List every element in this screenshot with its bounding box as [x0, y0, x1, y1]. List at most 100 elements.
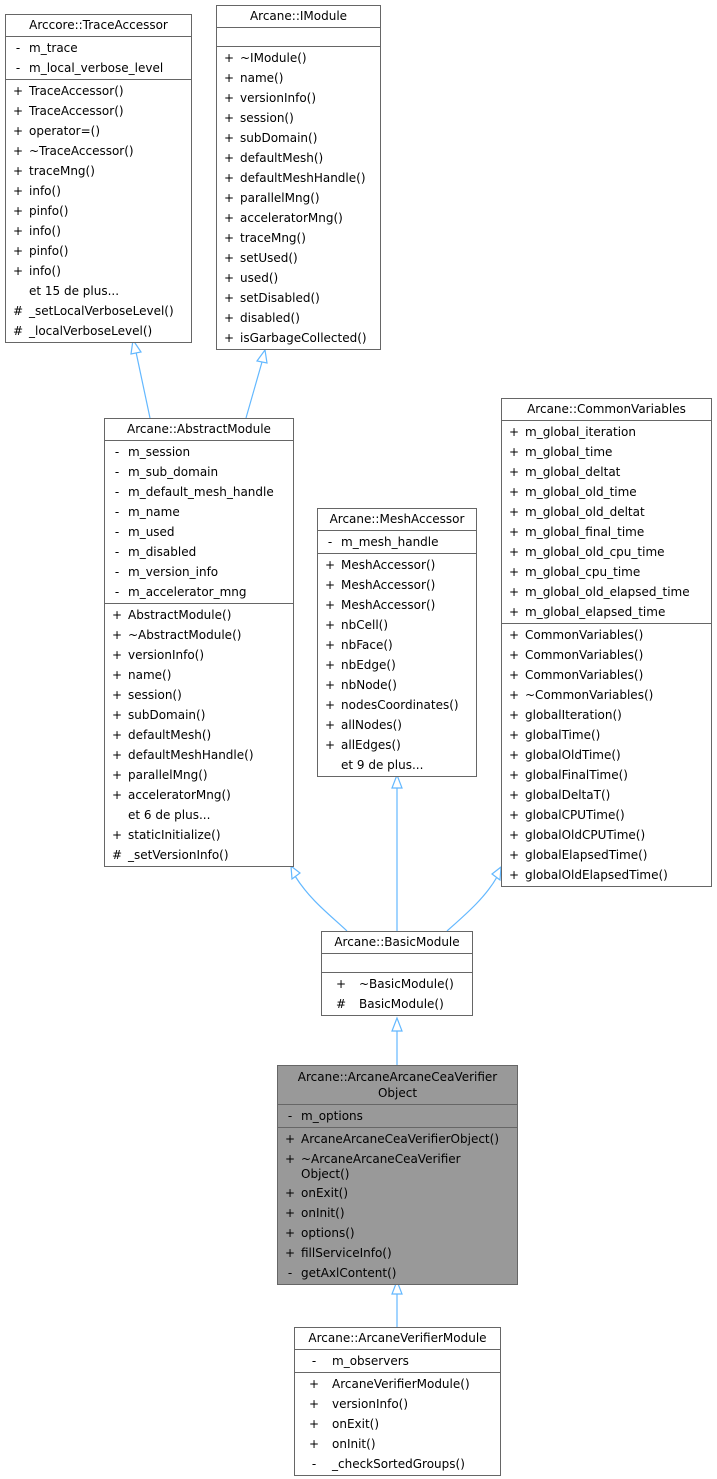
method-row: + ArcaneArcaneCeaVerifierObject(): [284, 1132, 499, 1146]
method-row: + globalCPUTime(): [508, 808, 625, 822]
attribute-row: - m_observers: [311, 1354, 409, 1368]
method-row: + info(): [12, 184, 61, 198]
method-row: + isGarbageCollected(): [223, 331, 367, 345]
method-row: + defaultMeshHandle(): [223, 171, 366, 185]
method-row: + operator=(): [12, 124, 101, 138]
method-row: + ArcaneVerifierModule(): [308, 1377, 470, 1391]
method-row: + traceMng(): [223, 231, 306, 245]
method-row: # BasicModule(): [335, 997, 444, 1011]
method-row: + parallelMng(): [223, 191, 320, 205]
method-row: + CommonVariables(): [508, 668, 644, 682]
more-link[interactable]: et 9 de plus...: [318, 755, 476, 775]
method-row: + subDomain(): [111, 708, 206, 722]
method-row: + MeshAccessor(): [324, 578, 436, 592]
method-row: + globalOldTime(): [508, 748, 621, 762]
method-row: + globalFinalTime(): [508, 768, 628, 782]
method-row: + nbFace(): [324, 638, 393, 652]
method-row: + staticInitialize(): [111, 828, 221, 842]
attributes-section: [217, 28, 380, 47]
attribute-row: - m_session: [114, 445, 191, 459]
class-imodule[interactable]: Arcane::IModule + ~IModule() + name() + ver…: [216, 5, 381, 350]
method-row: + acceleratorMng(): [223, 211, 343, 225]
method-row: + nbEdge(): [324, 658, 396, 672]
class-common-variables[interactable]: Arcane::CommonVariables + m_global_iterat…: [501, 398, 712, 887]
class-trace-accessor[interactable]: Arccore::TraceAccessor - m_trace - m_local…: [5, 14, 192, 343]
attribute-row: - m_accelerator_mng: [114, 585, 247, 599]
attribute-row: - m_options: [287, 1109, 363, 1123]
method-row: + subDomain(): [223, 131, 318, 145]
edge-basicmodule-to-abstractmodule: [294, 875, 348, 932]
method-row: + ~CommonVariables(): [508, 688, 654, 702]
method-row: + info(): [12, 264, 61, 278]
methods-section: + ArcaneVerifierModule() + versionInfo() +…: [295, 1373, 500, 1475]
method-row: + allNodes(): [324, 718, 402, 732]
attribute-row: + m_global_final_time: [508, 525, 645, 539]
attribute-row: - m_trace: [15, 41, 78, 55]
attribute-row: + m_global_old_elapsed_time: [508, 585, 690, 599]
method-row: + name(): [223, 71, 284, 85]
attribute-row: + m_global_old_deltat: [508, 505, 645, 519]
method-row: + globalOldCPUTime(): [508, 828, 646, 842]
methods-section: + MeshAccessor() + MeshAccessor() + MeshAcc…: [318, 554, 476, 776]
method-row: + nbNode(): [324, 678, 397, 692]
method-row: + ~AbstractModule(): [111, 628, 242, 642]
class-title: Arcane::BasicModule: [322, 932, 472, 954]
method-row: + traceMng(): [12, 164, 95, 178]
attributes-section: [322, 954, 472, 973]
method-row: + versionInfo(): [223, 91, 317, 105]
class-mesh-accessor[interactable]: Arcane::MeshAccessor - m_mesh_handle + Mes…: [317, 508, 477, 777]
attribute-row: - m_mesh_handle: [327, 535, 439, 549]
method-row: + fillServiceInfo(): [284, 1246, 392, 1260]
class-title: Arcane::ArcaneVerifierModule: [295, 1328, 500, 1350]
class-basic-module[interactable]: Arcane::BasicModule + ~BasicModule() # Bas…: [321, 931, 473, 1016]
method-row: + defaultMesh(): [223, 151, 324, 165]
methods-section: + AbstractModule() + ~AbstractModule() + ve…: [105, 604, 293, 866]
class-title: Arcane::ArcaneArcaneCeaVerifier Object: [278, 1066, 517, 1105]
class-title: Arcane::CommonVariables: [502, 399, 711, 421]
method-row: + onInit(): [284, 1206, 345, 1220]
methods-section: + ~IModule() + name() + versionInfo() + sess…: [217, 47, 380, 349]
method-row: + disabled(): [223, 311, 300, 325]
attributes-section: - m_options: [278, 1105, 517, 1128]
method-row: + onExit(): [284, 1186, 349, 1200]
attribute-row: + m_global_deltat: [508, 465, 621, 479]
method-row: + MeshAccessor(): [324, 558, 436, 572]
method-row: # _setVersionInfo(): [111, 848, 229, 862]
class-title: Arccore::TraceAccessor: [6, 15, 191, 37]
method-row: + TraceAccessor(): [12, 84, 124, 98]
method-row: + ~ArcaneArcaneCeaVerifier Object(): [284, 1152, 461, 1181]
arrowhead-commonvariables: [491, 865, 502, 882]
method-row: + defaultMesh(): [111, 728, 212, 742]
method-row: + pinfo(): [12, 204, 69, 218]
attribute-row: - m_version_info: [114, 565, 219, 579]
method-row: + CommonVariables(): [508, 628, 644, 642]
method-row: - getAxlContent(): [287, 1266, 397, 1280]
method-row: - _checkSortedGroups(): [311, 1457, 465, 1471]
method-row: + globalOldElapsedTime(): [508, 868, 668, 882]
method-row: + globalTime(): [508, 728, 601, 742]
attribute-row: - m_sub_domain: [114, 465, 219, 479]
attribute-row: - m_used: [114, 525, 175, 539]
class-abstract-module[interactable]: Arcane::AbstractModule - m_session - m_sub…: [104, 418, 294, 867]
method-row: + allEdges(): [324, 738, 401, 752]
method-row: + info(): [12, 224, 61, 238]
method-row: + used(): [223, 271, 279, 285]
class-title: Arcane::AbstractModule: [105, 419, 293, 441]
method-row: + AbstractModule(): [111, 608, 232, 622]
method-row: + MeshAccessor(): [324, 598, 436, 612]
class-verifier-module[interactable]: Arcane::ArcaneVerifierModule - m_observer…: [294, 1327, 501, 1476]
attributes-section: - m_session - m_sub_domain - m_default_mesh…: [105, 441, 293, 604]
more-link[interactable]: et 6 de plus...: [105, 805, 293, 825]
attributes-section: + m_global_iteration + m_global_time + m_gl…: [502, 421, 711, 624]
method-row: + acceleratorMng(): [111, 788, 231, 802]
method-row: + globalIteration(): [508, 708, 622, 722]
method-row: + name(): [111, 668, 172, 682]
method-row: + versionInfo(): [111, 648, 205, 662]
methods-section: + ArcaneArcaneCeaVerifierObject() + ~Arcan…: [278, 1128, 517, 1284]
arrowhead-abstractmodule: [290, 864, 301, 881]
attribute-row: + m_global_old_cpu_time: [508, 545, 665, 559]
method-row: + setUsed(): [223, 251, 298, 265]
more-link[interactable]: et 15 de plus...: [6, 281, 191, 301]
method-row: + ~IModule(): [223, 51, 307, 65]
method-row: + ~TraceAccessor(): [12, 144, 134, 158]
